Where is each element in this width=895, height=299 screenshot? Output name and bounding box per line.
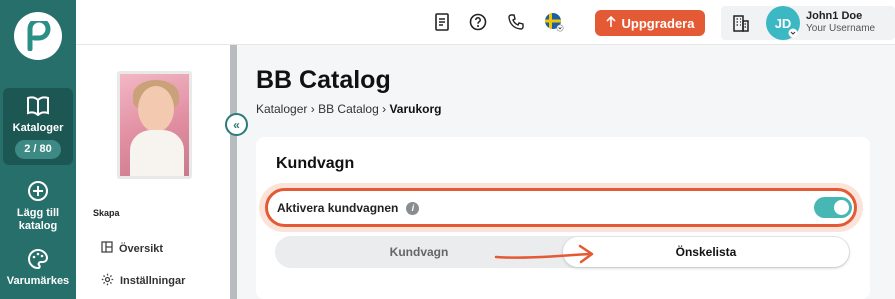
user-name: John1 Doe: [806, 10, 863, 22]
sidebar-item-add-catalog[interactable]: Lägg till katalog: [3, 179, 73, 233]
collapse-sidebar-button[interactable]: «: [225, 113, 248, 136]
catalog-cover-thumbnail[interactable]: [117, 71, 192, 179]
breadcrumb-item[interactable]: Kataloger: [256, 102, 307, 116]
logo-icon: [27, 21, 51, 51]
sidebar-item-kataloger[interactable]: Kataloger 2 / 80: [3, 88, 73, 165]
catalog-count-badge: 2 / 80: [15, 140, 61, 159]
swedish-flag-icon[interactable]: [543, 11, 565, 33]
sidebar-item-brand[interactable]: Varumärkes: [3, 247, 73, 288]
subnav-item-overview[interactable]: Översikt: [101, 241, 163, 256]
activate-cart-text: Aktivera kundvagnen: [277, 201, 399, 215]
book-open-icon: [26, 94, 50, 118]
chevron-right-icon: ›: [310, 102, 319, 116]
chevrons-left-icon: «: [233, 117, 240, 132]
activate-cart-toggle[interactable]: [814, 197, 852, 218]
info-icon[interactable]: i: [406, 201, 420, 215]
building-icon[interactable]: [730, 12, 752, 34]
user-username: Your Username: [806, 23, 876, 34]
plus-circle-icon: [27, 179, 49, 203]
subnav-item-settings[interactable]: Inställningar: [101, 273, 185, 289]
segment-wishlist[interactable]: Önskelista: [563, 237, 849, 267]
subnav-item-label: Inställningar: [120, 275, 186, 287]
upgrade-button[interactable]: Uppgradera: [595, 10, 705, 36]
cover-image: [120, 74, 189, 176]
sidebar-item-label: Lägg till katalog: [16, 207, 60, 232]
help-icon[interactable]: [467, 11, 489, 33]
section-label-create: Skapa: [93, 208, 120, 218]
gear-icon: [101, 273, 114, 289]
breadcrumb-current: Varukorg: [389, 102, 442, 116]
main-sidebar: Kataloger 2 / 80 Lägg till katalog Varum…: [0, 0, 76, 299]
app-logo[interactable]: [14, 12, 62, 60]
palette-icon: [27, 247, 49, 271]
arrow-up-icon: [605, 15, 616, 31]
activate-cart-label: Aktivera kundvagnen i: [277, 201, 420, 215]
chevron-down-icon: [788, 28, 798, 38]
toggle-knob: [834, 200, 849, 215]
annotation-arrow-icon: [494, 244, 594, 264]
document-icon[interactable]: [431, 11, 453, 33]
sidebar-item-label: Varumärkes: [6, 275, 70, 287]
breadcrumb: Kataloger › BB Catalog › Varukorg: [256, 102, 441, 116]
layout-icon: [101, 241, 113, 256]
upgrade-label: Uppgradera: [621, 15, 695, 31]
page-title: BB Catalog: [256, 66, 391, 94]
sidebar-item-label: Kataloger: [12, 122, 64, 134]
panel-divider[interactable]: [230, 45, 237, 299]
phone-icon[interactable]: [505, 11, 527, 33]
breadcrumb-item[interactable]: BB Catalog: [318, 102, 379, 116]
card-title: Kundvagn: [276, 155, 355, 172]
subnav-item-label: Översikt: [119, 242, 164, 255]
